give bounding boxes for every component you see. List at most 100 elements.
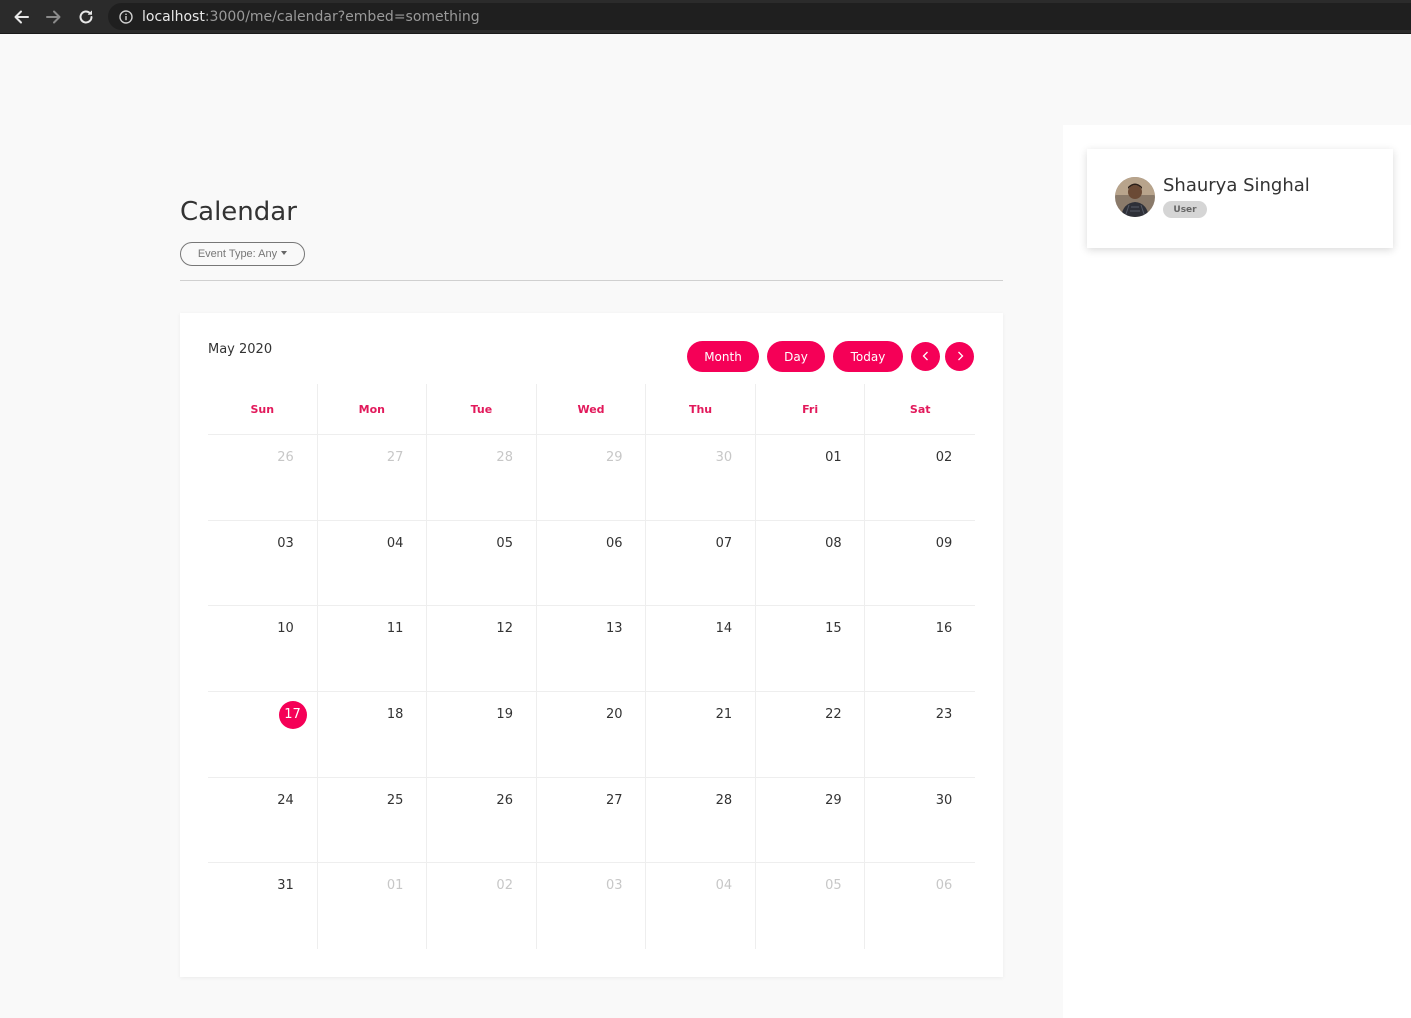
day-number: 14 bbox=[715, 621, 733, 637]
reload-icon[interactable] bbox=[74, 5, 98, 29]
day-number: 21 bbox=[715, 707, 733, 723]
weekday-header: Tue bbox=[427, 384, 537, 434]
day-number: 12 bbox=[496, 621, 513, 637]
calendar-week-row: 10 11 12 13 14 15 16 bbox=[208, 606, 975, 693]
calendar-day-cell[interactable]: 30 bbox=[865, 778, 975, 863]
calendar-day-cell[interactable]: 13 bbox=[537, 606, 647, 692]
day-number: 03 bbox=[277, 535, 294, 551]
calendar-card: May 2020 Month Day Today Sun Mon Tue Wed Thu… bbox=[180, 313, 1003, 977]
calendar-day-cell[interactable]: 12 bbox=[427, 606, 537, 692]
calendar-day-cell[interactable]: 01 bbox=[756, 435, 866, 520]
weekday-header: Wed bbox=[537, 384, 647, 434]
day-number: 07 bbox=[715, 535, 733, 551]
user-profile-card: Shaurya Singhal User bbox=[1087, 149, 1393, 248]
day-number: 31 bbox=[277, 878, 294, 894]
calendar-day-cell[interactable]: 05 bbox=[756, 863, 866, 950]
user-avatar[interactable] bbox=[1115, 177, 1155, 217]
calendar-day-cell[interactable]: 11 bbox=[318, 606, 428, 692]
info-icon[interactable] bbox=[119, 9, 133, 24]
calendar-day-cell[interactable]: 23 bbox=[865, 692, 975, 777]
day-number: 29 bbox=[606, 450, 623, 465]
calendar-day-cell[interactable]: 04 bbox=[318, 520, 428, 606]
calendar-day-cell[interactable]: 02 bbox=[865, 435, 975, 520]
calendar-day-cell[interactable]: 03 bbox=[208, 520, 318, 606]
day-number: 09 bbox=[935, 535, 953, 551]
day-number: 17 bbox=[278, 701, 307, 730]
day-number: 08 bbox=[825, 535, 842, 551]
weekday-header-row: Sun Mon Tue Wed Thu Fri Sat bbox=[208, 384, 975, 435]
calendar-day-cell[interactable]: 29 bbox=[537, 435, 647, 520]
weekday-header: Fri bbox=[756, 384, 866, 434]
previous-month-button[interactable] bbox=[911, 342, 940, 371]
url-path: :3000/me/calendar?embed=something bbox=[204, 8, 480, 25]
calendar-day-cell[interactable]: 01 bbox=[318, 863, 428, 950]
user-role-badge: User bbox=[1163, 201, 1207, 218]
calendar-day-cell[interactable]: 28 bbox=[427, 435, 537, 520]
forward-arrow-icon[interactable] bbox=[42, 5, 66, 29]
day-number: 24 bbox=[277, 792, 294, 808]
calendar-day-cell[interactable]: 27 bbox=[318, 435, 428, 520]
day-number: 20 bbox=[606, 707, 623, 723]
calendar-day-cell[interactable]: 04 bbox=[646, 863, 756, 950]
day-number: 22 bbox=[825, 707, 842, 723]
month-view-button[interactable]: Month bbox=[687, 341, 759, 372]
calendar-day-cell[interactable]: 08 bbox=[756, 520, 866, 606]
event-type-filter-label: Event Type: Any bbox=[197, 248, 278, 260]
day-number: 26 bbox=[496, 792, 513, 808]
calendar-day-cell[interactable]: 21 bbox=[646, 692, 756, 777]
calendar-day-cell[interactable]: 26 bbox=[427, 777, 537, 863]
calendar-day-cell[interactable]: 09 bbox=[865, 521, 975, 606]
calendar-day-cell[interactable]: 06 bbox=[865, 863, 975, 949]
day-number: 10 bbox=[277, 621, 294, 637]
calendar-day-cell[interactable]: 27 bbox=[537, 777, 647, 863]
calendar-weeks: 26 27 28 29 30 01 02 03 04 05 06 07 08 09 10 11 12 13 14 15… bbox=[208, 435, 975, 950]
calendar-day-cell[interactable]: 28 bbox=[646, 777, 756, 863]
calendar-day-cell[interactable]: 22 bbox=[756, 692, 866, 777]
day-number: 18 bbox=[386, 707, 404, 723]
day-number: 28 bbox=[715, 792, 733, 808]
calendar-day-cell-today[interactable]: 17 bbox=[208, 692, 318, 777]
day-number: 23 bbox=[935, 707, 953, 723]
calendar-week-row: 24 25 26 27 28 29 30 bbox=[208, 777, 975, 864]
back-arrow-icon[interactable] bbox=[9, 5, 33, 29]
calendar-day-cell[interactable]: 18 bbox=[318, 692, 428, 777]
weekday-header: Thu bbox=[646, 384, 756, 434]
browser-toolbar: localhost:3000/me/calendar?embed=somethi… bbox=[0, 0, 1411, 34]
user-name: Shaurya Singhal bbox=[1163, 175, 1310, 196]
calendar-day-cell[interactable]: 10 bbox=[208, 606, 318, 692]
day-number: 01 bbox=[386, 878, 404, 894]
calendar-day-cell[interactable]: 30 bbox=[646, 435, 756, 520]
calendar-day-cell[interactable]: 07 bbox=[646, 520, 756, 606]
calendar-day-cell[interactable]: 20 bbox=[537, 692, 647, 777]
today-button[interactable]: Today bbox=[833, 341, 903, 372]
day-number: 19 bbox=[496, 707, 513, 723]
calendar-day-cell[interactable]: 05 bbox=[427, 520, 537, 606]
chevron-right-icon bbox=[954, 347, 966, 366]
next-month-button[interactable] bbox=[945, 342, 974, 371]
calendar-day-cell[interactable]: 31 bbox=[208, 863, 318, 950]
calendar-day-cell[interactable]: 24 bbox=[208, 777, 318, 863]
event-type-filter-dropdown[interactable]: Event Type: Any bbox=[180, 242, 305, 266]
calendar-day-cell[interactable]: 14 bbox=[646, 606, 756, 692]
calendar-day-cell[interactable]: 19 bbox=[427, 692, 537, 777]
calendar-day-cell[interactable]: 02 bbox=[427, 863, 537, 950]
day-number: 04 bbox=[715, 878, 733, 894]
calendar-day-cell[interactable]: 15 bbox=[756, 606, 866, 692]
calendar-day-cell[interactable]: 03 bbox=[537, 863, 647, 950]
url-host: localhost bbox=[142, 8, 205, 25]
calendar-day-cell[interactable]: 25 bbox=[318, 777, 428, 863]
day-number: 25 bbox=[386, 792, 404, 808]
day-number: 06 bbox=[935, 878, 953, 894]
day-number: 01 bbox=[825, 450, 842, 465]
calendar-day-cell[interactable]: 16 bbox=[865, 606, 975, 691]
day-view-button[interactable]: Day bbox=[767, 341, 825, 372]
day-number: 30 bbox=[935, 792, 953, 808]
address-bar[interactable]: localhost:3000/me/calendar?embed=somethi… bbox=[108, 3, 1411, 30]
calendar-day-cell[interactable]: 06 bbox=[537, 520, 647, 606]
weekday-header: Sat bbox=[909, 402, 931, 416]
calendar-day-cell[interactable]: 26 bbox=[208, 435, 318, 520]
right-sidebar: Shaurya Singhal User bbox=[1063, 125, 1411, 1018]
day-number: 15 bbox=[825, 621, 842, 637]
calendar-day-cell[interactable]: 29 bbox=[756, 777, 866, 863]
day-number: 27 bbox=[606, 792, 623, 808]
